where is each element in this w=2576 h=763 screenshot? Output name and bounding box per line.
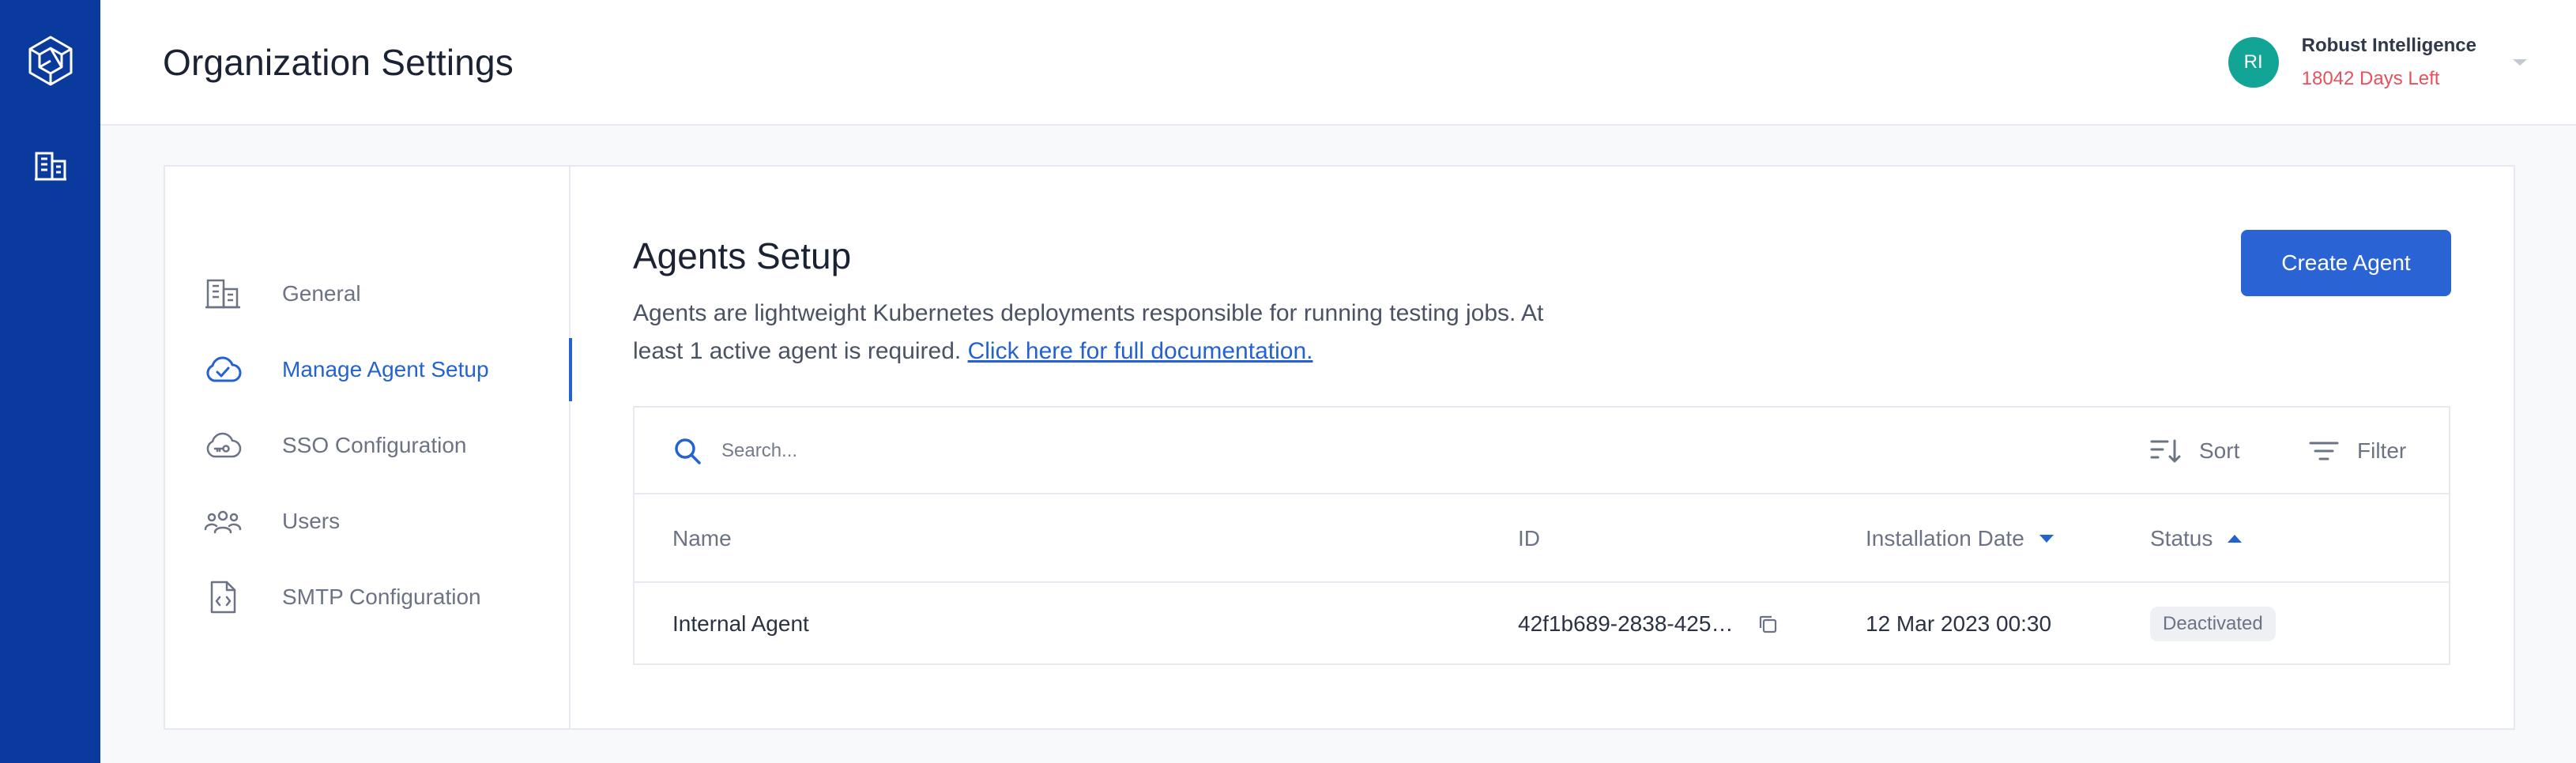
sidebar-item-label: Manage Agent Setup (282, 357, 489, 382)
table-header: Name ID Installation Date Status (635, 494, 2449, 583)
sort-label: Sort (2199, 438, 2240, 463)
building-icon (34, 152, 66, 181)
search-input[interactable] (721, 433, 1986, 469)
column-label: Installation Date (1866, 526, 2024, 551)
agent-id-cell: 42f1b689-2838-425… (1518, 583, 1779, 665)
sidebar-item-manage-agent-setup[interactable]: Manage Agent Setup (165, 337, 572, 402)
status-badge: Deactivated (2150, 607, 2276, 641)
column-label: ID (1518, 526, 1540, 551)
table-toolbar: Sort Filter (635, 408, 2449, 494)
sidebar-item-label: General (282, 281, 361, 306)
sort-button[interactable]: Sort (2150, 430, 2239, 472)
organization-nav-button[interactable] (27, 142, 74, 190)
sidebar-item-users[interactable]: Users (165, 489, 571, 554)
agent-name: Internal Agent (672, 611, 809, 636)
sort-ascending-icon (2228, 535, 2243, 543)
agent-id: 42f1b689-2838-425… (1518, 611, 1734, 636)
column-header-name[interactable]: Name (672, 494, 732, 583)
sort-icon (2150, 439, 2181, 463)
users-icon (203, 502, 243, 541)
column-label: Name (672, 526, 732, 551)
sidebar-item-label: Users (282, 509, 341, 533)
sidebar-item-general[interactable]: General (165, 261, 571, 326)
trial-days-left: 18042 Days Left (2301, 68, 2440, 89)
copy-icon[interactable] (1757, 613, 1779, 635)
search-icon (675, 438, 701, 464)
page-title: Organization Settings (163, 42, 514, 83)
avatar: RI (2228, 37, 2279, 88)
column-label: Status (2150, 526, 2213, 551)
sidebar-item-sso-configuration[interactable]: SSO Configuration (165, 413, 571, 478)
column-header-installation-date[interactable]: Installation Date (1866, 494, 2054, 583)
filter-button[interactable]: Filter (2308, 430, 2406, 472)
column-header-id[interactable]: ID (1518, 494, 1540, 583)
status-cell: Deactivated (2150, 583, 2276, 665)
account-info: Robust Intelligence 18042 Days Left (2302, 35, 2476, 90)
create-agent-button[interactable]: Create Agent (2241, 230, 2451, 296)
logo-icon[interactable] (27, 35, 74, 87)
file-code-icon (203, 577, 243, 617)
sidebar-item-smtp-configuration[interactable]: SMTP Configuration (165, 565, 571, 630)
left-rail (0, 0, 100, 763)
table-row[interactable]: Internal Agent 42f1b689-2838-425… 12 Mar… (635, 583, 2449, 665)
filter-icon (2309, 442, 2339, 460)
chevron-down-icon[interactable] (2511, 57, 2529, 68)
filter-label: Filter (2357, 438, 2407, 463)
building-icon (203, 274, 243, 314)
sort-descending-icon (2039, 535, 2054, 543)
sidebar-item-label: SSO Configuration (282, 433, 467, 457)
account-name: Robust Intelligence (2301, 35, 2476, 56)
section-title: Agents Setup (633, 235, 852, 276)
sidebar-item-label: SMTP Configuration (282, 584, 481, 609)
agents-setup-panel: Agents Setup Agents are lightweight Kube… (571, 167, 2514, 728)
cloud-key-icon (203, 426, 243, 465)
cloud-check-icon (203, 350, 243, 389)
settings-sidebar: General Manage Agent Setup SSO Configura… (165, 167, 572, 728)
account-menu[interactable]: RI Robust Intelligence 18042 Days Left (2228, 33, 2529, 92)
column-header-status[interactable]: Status (2150, 494, 2243, 583)
agents-table: Sort Filter Name ID Installation Date (633, 406, 2450, 665)
installation-date: 12 Mar 2023 00:30 (1866, 611, 2052, 636)
documentation-link[interactable]: Click here for full documentation. (968, 338, 1313, 364)
section-description: Agents are lightweight Kubernetes deploy… (633, 295, 1565, 370)
settings-card: General Manage Agent Setup SSO Configura… (164, 165, 2515, 730)
top-header: Organization Settings RI Robust Intellig… (100, 0, 2576, 126)
